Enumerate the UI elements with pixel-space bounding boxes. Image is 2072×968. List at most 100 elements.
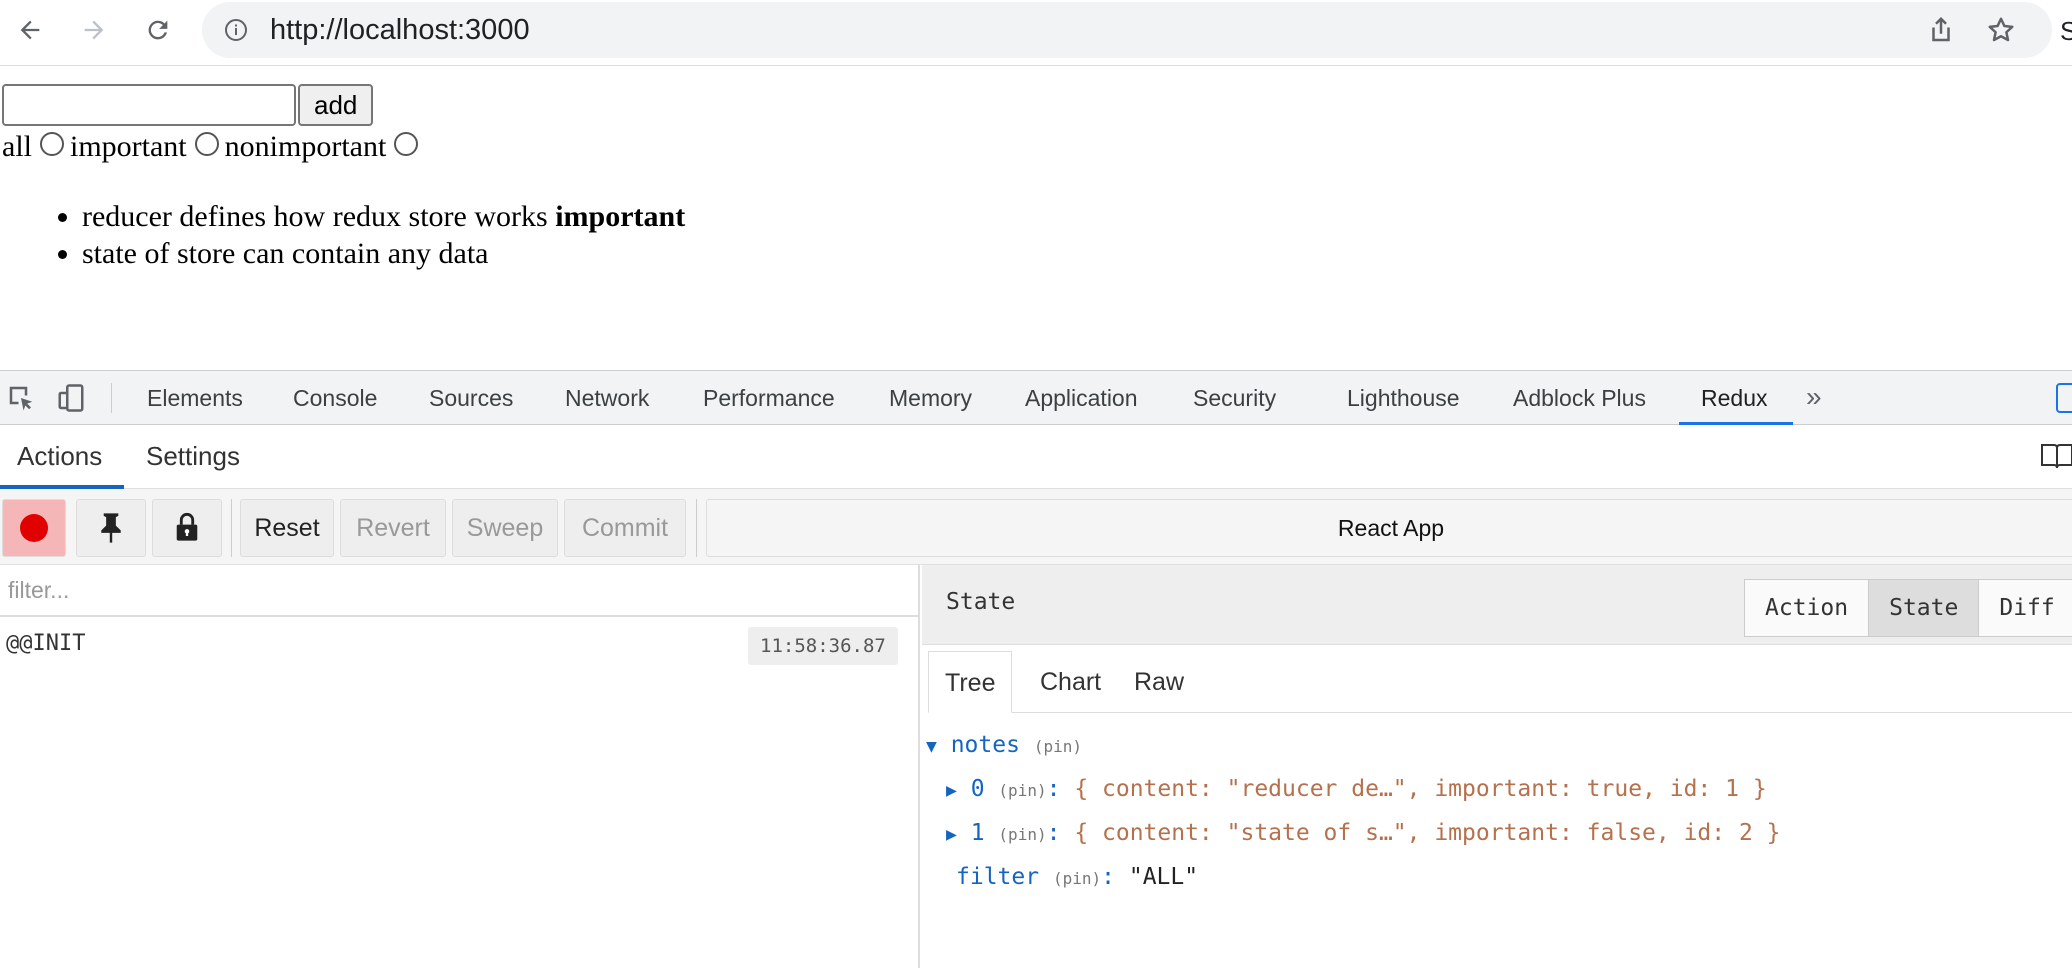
filter-radio-nonimportant[interactable] <box>394 132 419 156</box>
add-note-form: add <box>2 84 374 126</box>
add-button[interactable]: add <box>298 84 374 126</box>
list-item[interactable]: reducer defines how redux store works im… <box>82 198 685 235</box>
collapsed-arrow-icon[interactable]: ▶ <box>946 824 957 845</box>
redux-toolbar: Reset Revert Sweep Commit React App <box>0 489 2072 565</box>
url-text[interactable]: http://localhost:3000 <box>270 14 530 47</box>
tab-elements[interactable]: Elements <box>147 371 243 425</box>
action-timestamp[interactable]: 11:58:36.87 <box>748 627 898 665</box>
profile-icon[interactable]: S <box>2060 16 2072 47</box>
filter-radio-important[interactable] <box>194 132 219 156</box>
tab-actions[interactable]: Actions <box>17 425 102 489</box>
tree-node-item[interactable]: ▶ 0 (pin): { content: "reducer de…", imp… <box>946 769 1767 809</box>
filter-label-all: all <box>2 130 32 163</box>
inspector-pane: State Action State Diff Tree Chart Raw ▼… <box>922 565 2072 968</box>
pin-button[interactable] <box>76 499 146 557</box>
notes-list: reducer defines how redux store works im… <box>82 198 685 272</box>
mode-state-button[interactable]: State <box>1869 580 1980 636</box>
pin-icon <box>101 513 121 543</box>
tree-value: "ALL" <box>1128 864 1199 890</box>
record-icon <box>20 514 48 542</box>
devtools-tab-bar: Elements Console Sources Network Perform… <box>0 371 2072 425</box>
divider <box>696 499 697 557</box>
filter-label-nonimportant: nonimportant <box>224 130 387 163</box>
collapsed-arrow-icon[interactable]: ▶ <box>946 780 957 801</box>
action-name: @@INIT <box>6 631 86 656</box>
tab-settings[interactable]: Settings <box>146 425 240 489</box>
tab-network[interactable]: Network <box>565 371 649 425</box>
inspect-element-icon[interactable] <box>6 383 36 413</box>
tab-redux[interactable]: Redux <box>1701 371 1767 425</box>
tree-colon: : <box>1101 864 1115 890</box>
tab-security[interactable]: Security <box>1193 371 1276 425</box>
note-content: state of store can contain any data <box>82 237 489 270</box>
view-tabs: Tree Chart Raw <box>928 651 2072 713</box>
tab-performance[interactable]: Performance <box>703 371 835 425</box>
tab-adblock-plus[interactable]: Adblock Plus <box>1513 371 1646 425</box>
note-input[interactable] <box>2 84 296 126</box>
inspector-title: State <box>946 589 1016 615</box>
lock-icon <box>176 512 198 541</box>
tab-sources[interactable]: Sources <box>429 371 513 425</box>
tab-memory[interactable]: Memory <box>889 371 972 425</box>
action-row[interactable]: @@INIT 11:58:36.87 <box>0 619 918 669</box>
filter-radio-all[interactable] <box>40 132 64 156</box>
commit-button[interactable]: Commit <box>564 499 686 557</box>
expanded-arrow-icon[interactable]: ▼ <box>926 736 937 757</box>
pin-link[interactable]: (pin) <box>998 781 1046 800</box>
pin-link[interactable]: (pin) <box>1034 737 1082 756</box>
instance-selector[interactable]: React App <box>706 499 2072 557</box>
mode-action-button[interactable]: Action <box>1745 580 1870 636</box>
divider <box>231 499 232 557</box>
tree-key: notes <box>950 732 1020 758</box>
tree-key: 1 <box>970 820 985 846</box>
tree-value: { content: "reducer de…", important: tru… <box>1074 776 1767 802</box>
filter-label-important: important <box>70 130 187 163</box>
pin-link[interactable]: (pin) <box>998 825 1046 844</box>
tree-node-item[interactable]: ▶ 1 (pin): { content: "state of s…", imp… <box>946 813 1781 853</box>
forward-arrow-icon[interactable] <box>72 8 116 52</box>
tree-key: 0 <box>970 776 985 802</box>
inspector-mode-switch: Action State Diff <box>1744 579 2072 637</box>
mode-diff-button[interactable]: Diff <box>1979 580 2072 636</box>
share-icon[interactable] <box>1926 15 1956 45</box>
lock-button[interactable] <box>152 499 222 557</box>
action-list-pane: filter... @@INIT 11:58:36.87 <box>0 565 920 968</box>
book-icon[interactable] <box>2040 441 2072 471</box>
redux-tab-bar: Actions Settings <box>0 425 2072 489</box>
info-icon[interactable] <box>224 18 248 42</box>
list-item[interactable]: state of store can contain any data <box>82 235 685 272</box>
inspector-header: State Action State Diff <box>922 565 2072 645</box>
visibility-filter: all important nonimportant <box>2 130 424 164</box>
devtools-panel: Elements Console Sources Network Perform… <box>0 370 2072 968</box>
tree-colon: : <box>1046 820 1061 846</box>
tab-lighthouse[interactable]: Lighthouse <box>1347 371 1460 425</box>
note-content: reducer defines how redux store works <box>82 200 548 233</box>
back-arrow-icon[interactable] <box>8 8 52 52</box>
sweep-button[interactable]: Sweep <box>452 499 558 557</box>
tab-chart[interactable]: Chart <box>1024 651 1117 713</box>
tab-tree[interactable]: Tree <box>928 651 1013 713</box>
tab-application[interactable]: Application <box>1025 371 1138 425</box>
reload-icon[interactable] <box>136 8 180 52</box>
browser-toolbar: http://localhost:3000 S <box>0 0 2072 66</box>
address-bar[interactable]: http://localhost:3000 <box>202 2 2052 58</box>
more-tabs-icon[interactable]: » <box>1806 371 1822 425</box>
tab-raw[interactable]: Raw <box>1118 651 1200 713</box>
tree-key: filter <box>956 864 1040 890</box>
action-filter-input[interactable]: filter... <box>0 565 918 617</box>
device-toolbar-icon[interactable] <box>56 383 86 413</box>
settings-badge-icon[interactable] <box>2056 383 2072 413</box>
app-page: add all important nonimportant reducer d… <box>0 66 2072 370</box>
revert-button[interactable]: Revert <box>340 499 446 557</box>
reset-button[interactable]: Reset <box>240 499 334 557</box>
star-icon[interactable] <box>1986 15 2016 45</box>
record-button[interactable] <box>2 499 66 557</box>
tree-value: { content: "state of s…", important: fal… <box>1074 820 1781 846</box>
tree-colon: : <box>1046 776 1061 802</box>
divider <box>111 383 112 413</box>
important-tag: important <box>555 200 686 233</box>
tree-node-filter[interactable]: filter (pin): "ALL" <box>956 857 1198 897</box>
pin-link[interactable]: (pin) <box>1053 869 1101 888</box>
tab-console[interactable]: Console <box>293 371 377 425</box>
tree-node-notes[interactable]: ▼ notes (pin) <box>926 725 1082 765</box>
